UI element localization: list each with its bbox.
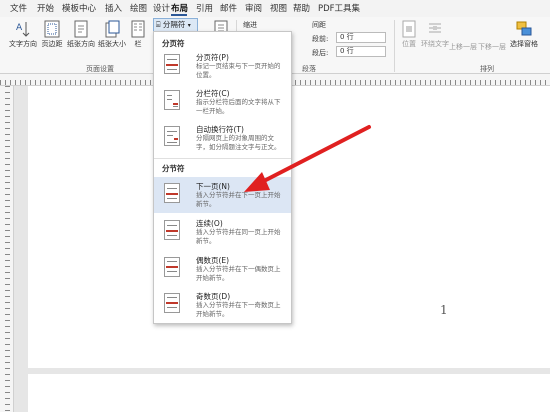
text-direction-button[interactable]: A 文字方向 [9, 20, 37, 49]
next-page-icon [164, 183, 180, 203]
menu-home[interactable]: 开始 [37, 2, 54, 14]
menu-mailings[interactable]: 邮件 [220, 2, 237, 14]
menu-layout[interactable]: 布局 [171, 2, 188, 14]
selection-pane-button[interactable]: 选择窗格 [508, 20, 540, 49]
page-break-option[interactable]: 分页符(P) 标记一页结束与下一页开始的 位置。 [154, 52, 291, 82]
document-page-next[interactable] [28, 374, 550, 412]
chevron-down-icon: ▾ [187, 22, 191, 29]
spacing-label: 间距 [312, 21, 326, 29]
columns-icon [130, 20, 146, 38]
active-tab-indicator [171, 14, 187, 16]
wrap-text-button[interactable]: 环绕文字 [421, 20, 449, 49]
spacing-before-input[interactable]: 0 行 [336, 32, 386, 43]
menu-draw[interactable]: 绘图 [130, 2, 147, 14]
margins-button[interactable]: 页边距 [38, 20, 66, 49]
page-breaks-header: 分页符 [162, 39, 185, 48]
continuous-icon [164, 220, 180, 240]
menu-insert[interactable]: 插入 [105, 2, 122, 14]
even-page-icon [164, 257, 180, 277]
even-page-section-break-option[interactable]: 偶数页(E) 插入分节符并在下一偶数页上 开始新节。 [154, 255, 291, 287]
size-button[interactable]: 纸张大小 [98, 20, 126, 49]
menu-view[interactable]: 视图 [270, 2, 287, 14]
spacing-after-input[interactable]: 0 行 [336, 46, 386, 57]
menu-review[interactable]: 审阅 [245, 2, 262, 14]
next-page-section-break-option[interactable]: 下一页(N) 插入分节符并在下一页上开始 新节。 [154, 177, 291, 213]
spacing-after-label: 段后: [312, 49, 329, 57]
odd-page-icon [164, 293, 180, 313]
arrange-group-label: 排列 [480, 65, 494, 73]
menu-design[interactable]: 设计 [153, 2, 170, 14]
paragraph-group-label: 段落 [302, 65, 316, 73]
menu-bar: 文件 开始 模板中心 插入 绘图 设计 布局 引用 邮件 审阅 视图 帮助 PD… [0, 0, 550, 17]
page-break-icon [164, 54, 180, 74]
indent-label: 缩进 [243, 21, 257, 29]
odd-page-section-break-option[interactable]: 奇数页(D) 插入分节符并在下一奇数页上 开始新节。 [154, 291, 291, 323]
continuous-section-break-option[interactable]: 连续(O) 插入分节符并在同一页上开始 新节。 [154, 218, 291, 250]
section-breaks-header: 分节符 [162, 164, 185, 173]
menu-file[interactable]: 文件 [10, 2, 27, 14]
svg-text:A: A [16, 23, 23, 33]
position-icon [401, 20, 417, 38]
vertical-ruler[interactable] [0, 86, 14, 412]
breaks-button[interactable]: ⌸ 分隔符 ▾ [153, 18, 198, 32]
menu-template-center[interactable]: 模板中心 [62, 2, 96, 14]
spacing-before-label: 段前: [312, 35, 329, 43]
page-number: 1 [440, 303, 448, 317]
send-backward-button[interactable]: 下移一层 [478, 42, 506, 52]
position-button[interactable]: 位置 [397, 20, 421, 49]
page-setup-group-label: 页面设置 [86, 65, 114, 73]
bring-forward-button[interactable]: 上移一层 [449, 42, 477, 52]
orientation-icon [73, 20, 89, 38]
column-break-icon [164, 90, 180, 110]
text-direction-icon: A [15, 20, 31, 38]
margins-icon [44, 20, 60, 38]
text-wrapping-break-option[interactable]: 自动换行符(T) 分隔网页上的对象周围的文 字，如分隔题注文字与正文。 [154, 124, 291, 154]
group-separator [394, 20, 395, 72]
dropdown-divider [154, 158, 291, 159]
column-break-option[interactable]: 分栏符(C) 指示分栏符后面的文字将从下 一栏开始。 [154, 88, 291, 118]
text-wrapping-break-icon [164, 126, 180, 146]
menu-references[interactable]: 引用 [196, 2, 213, 14]
page-size-icon [104, 20, 120, 38]
wrap-text-icon [427, 20, 443, 38]
menu-pdf-tools[interactable]: PDF工具集 [318, 2, 360, 14]
columns-button[interactable]: 栏 [128, 20, 148, 49]
selection-pane-icon [516, 20, 532, 38]
breaks-icon: ⌸ [156, 20, 161, 29]
orientation-button[interactable]: 纸张方向 [67, 20, 95, 49]
menu-help[interactable]: 帮助 [293, 2, 310, 14]
